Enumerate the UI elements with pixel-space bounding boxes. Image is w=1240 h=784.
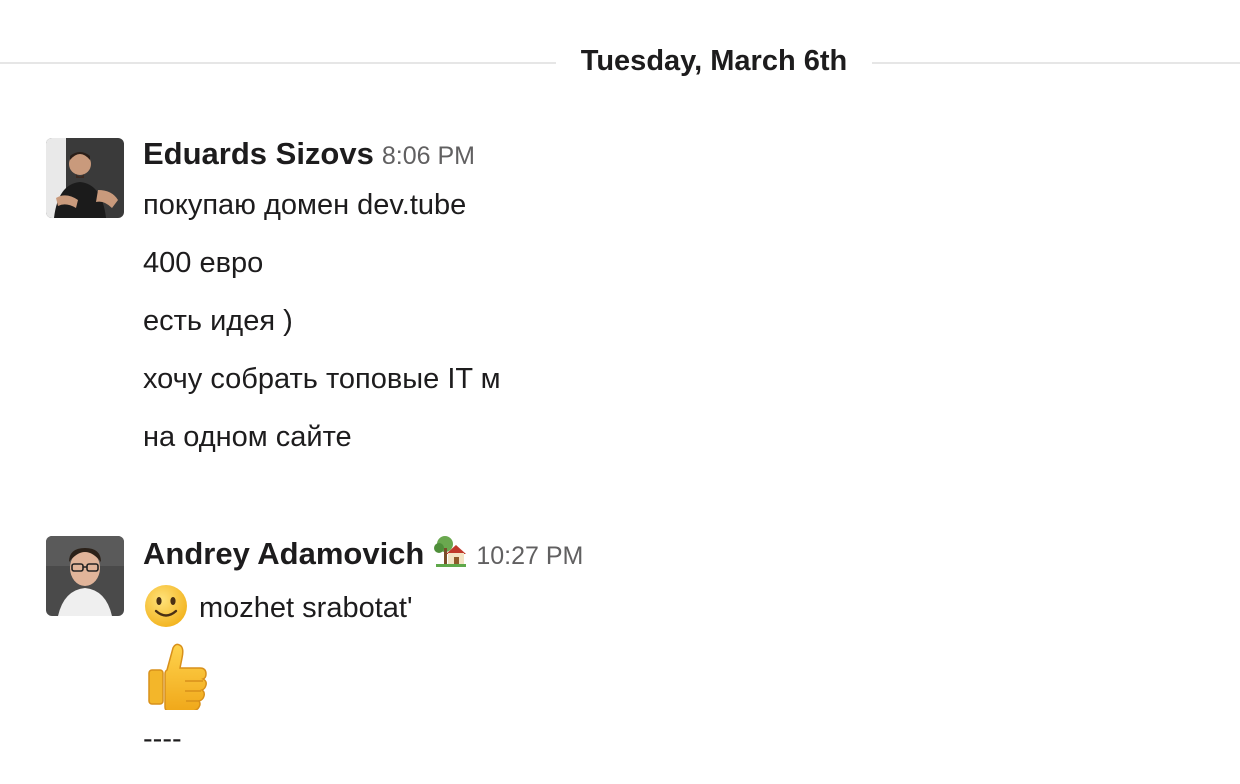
date-divider-line-left — [0, 62, 556, 64]
avatar[interactable] — [46, 138, 124, 218]
message-timestamp[interactable]: 10:27 PM — [476, 542, 583, 570]
message-pane: Tuesday, March 6th Eduards Sizovs 8:06 PM… — [0, 0, 1240, 784]
date-divider-line-right — [872, 62, 1240, 64]
message-text: mozhet srabotat' — [199, 592, 413, 624]
message-text-row: mozhet srabotat' — [143, 583, 412, 629]
message-text: хочу собрать топовые IT м — [143, 363, 501, 395]
thumbs-up-icon — [143, 640, 213, 712]
slightly-smiling-face-icon — [143, 583, 189, 629]
message-timestamp[interactable]: 8:06 PM — [382, 142, 475, 170]
house-with-garden-icon[interactable] — [434, 534, 468, 568]
sender-name[interactable]: Eduards Sizovs — [143, 136, 374, 171]
message-text: есть идея ) — [143, 305, 293, 337]
message-header: Eduards Sizovs 8:06 PM — [143, 136, 475, 172]
sender-name[interactable]: Andrey Adamovich — [143, 536, 424, 571]
message-text: покупаю домен dev.tube — [143, 189, 467, 221]
message-text: на одном сайте — [143, 421, 352, 453]
message-text: 400 евро — [143, 247, 264, 279]
avatar[interactable] — [46, 536, 124, 616]
message-header: Andrey Adamovich 10:27 PM — [143, 534, 583, 572]
message-text: ---- — [143, 723, 182, 755]
date-divider-label[interactable]: Tuesday, March 6th — [556, 42, 872, 80]
